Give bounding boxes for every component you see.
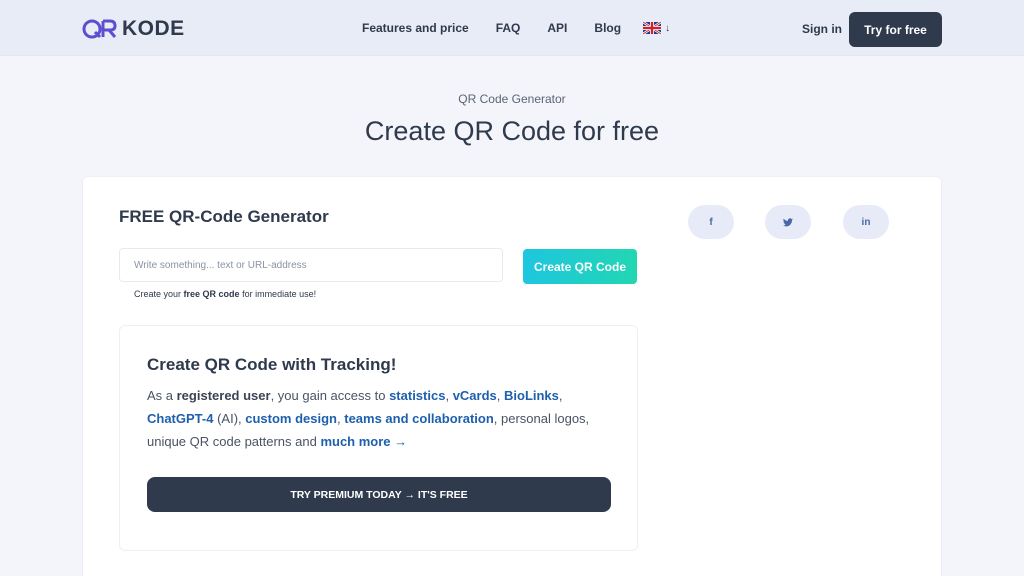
create-qr-button[interactable]: Create QR Code <box>523 249 637 284</box>
vcards-link[interactable]: vCards <box>453 388 497 403</box>
uk-flag-icon <box>643 22 662 34</box>
text-fragment: , <box>558 388 563 403</box>
nav-blog[interactable]: Blog <box>594 21 621 35</box>
main-nav: Features and price FAQ API Blog ↓ <box>362 0 670 56</box>
text-fragment: , <box>496 388 504 403</box>
language-selector[interactable]: ↓ <box>643 22 670 34</box>
premium-box: Create QR Code with Tracking! As a regis… <box>119 325 638 551</box>
try-for-free-button[interactable]: Try for free <box>849 12 942 47</box>
text-fragment: As a <box>147 388 177 403</box>
twitter-share-button[interactable] <box>765 205 811 239</box>
nav-faq[interactable]: FAQ <box>496 21 521 35</box>
page-title: Create QR Code for free <box>364 116 660 146</box>
biolinks-link[interactable]: BioLinks <box>504 388 559 403</box>
custom-design-link[interactable]: custom design <box>245 411 337 426</box>
much-more-link[interactable]: much more → <box>320 434 407 449</box>
try-premium-button[interactable]: TRY PREMIUM TODAY → IT'S FREE <box>147 477 611 512</box>
generator-title: FREE QR-Code Generator <box>119 207 329 226</box>
logo[interactable]: KODE <box>82 16 185 42</box>
site-header: KODE Features and price FAQ API Blog ↓ S… <box>0 0 1024 56</box>
facebook-share-button[interactable]: f <box>688 205 734 239</box>
logo-text: KODE <box>122 17 185 40</box>
facebook-icon: f <box>709 216 713 228</box>
hero-eyebrow: QR Code Generator <box>458 92 566 106</box>
registered-user-text: registered user <box>176 388 271 403</box>
nav-api[interactable]: API <box>547 21 567 35</box>
linkedin-share-button[interactable]: in <box>843 205 889 239</box>
premium-description: As a registered user, you gain access to… <box>147 384 617 453</box>
premium-title: Create QR Code with Tracking! <box>147 355 397 374</box>
nav-features[interactable]: Features and price <box>362 21 469 35</box>
helper-text-bold: free QR code <box>183 289 240 299</box>
text-fragment: , <box>445 388 453 403</box>
teams-link[interactable]: teams and collaboration <box>344 411 494 426</box>
generator-helper-text: Create your free QR code for immediate u… <box>134 289 316 299</box>
text-fragment: , you gain access to <box>270 388 390 403</box>
chevron-down-icon: ↓ <box>665 22 671 34</box>
generator-card: FREE QR-Code Generator Create QR Code Cr… <box>82 176 942 576</box>
statistics-link[interactable]: statistics <box>389 388 445 403</box>
chatgpt-link[interactable]: ChatGPT-4 <box>147 411 213 426</box>
helper-text-pre: Create your <box>134 289 184 299</box>
text-fragment: (AI), <box>213 411 246 426</box>
signin-link[interactable]: Sign in <box>802 22 842 36</box>
qr-logo-icon <box>82 19 117 39</box>
twitter-icon <box>783 217 793 226</box>
qr-text-input[interactable] <box>119 248 503 282</box>
linkedin-icon: in <box>861 216 871 228</box>
helper-text-post: for immediate use! <box>239 289 317 299</box>
